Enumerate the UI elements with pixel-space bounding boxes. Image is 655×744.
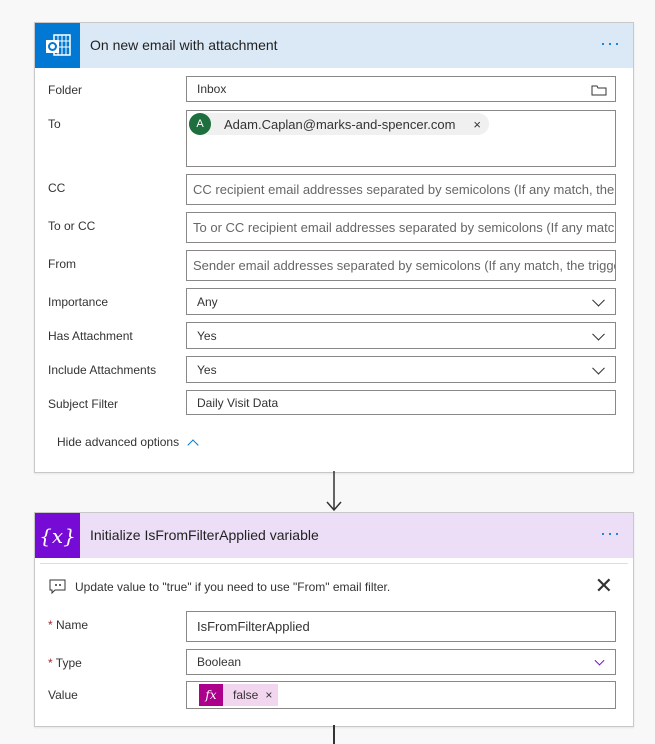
to-input[interactable]: A Adam.Caplan@marks-and-spencer.com × [186, 110, 616, 167]
type-dropdown[interactable]: Boolean [186, 649, 616, 675]
fx-icon: fx [199, 684, 223, 706]
importance-dropdown[interactable]: Any [186, 288, 616, 315]
close-comment-icon[interactable]: ✕ [595, 573, 613, 599]
type-label: * Type [48, 656, 82, 670]
from-label: From [48, 257, 76, 271]
subject-filter-input[interactable]: Daily Visit Data [186, 390, 616, 415]
action-header[interactable]: {x} Initialize IsFromFilterApplied varia… [35, 513, 633, 558]
trigger-header[interactable]: On new email with attachment ··· [35, 23, 633, 68]
has-attachment-label: Has Attachment [48, 329, 133, 343]
has-attachment-dropdown[interactable]: Yes [186, 322, 616, 349]
folder-picker-icon[interactable] [591, 84, 607, 96]
outlook-icon [35, 23, 80, 68]
connector-arrow-icon [326, 471, 342, 512]
type-value: Boolean [197, 655, 242, 669]
to-label: To [48, 117, 61, 131]
include-attachments-value: Yes [197, 362, 217, 377]
to-or-cc-placeholder: To or CC recipient email addresses separ… [193, 220, 615, 235]
from-placeholder: Sender email addresses separated by semi… [193, 258, 615, 273]
name-label: * Name [48, 618, 89, 632]
chevron-up-icon [187, 438, 199, 451]
value-input[interactable]: fx false × [186, 681, 616, 709]
cc-placeholder: CC recipient email addresses separated b… [193, 182, 615, 197]
cc-input[interactable]: CC recipient email addresses separated b… [186, 174, 616, 205]
folder-label: Folder [48, 83, 83, 97]
recipient-email: Adam.Caplan@marks-and-spencer.com [224, 116, 456, 132]
remove-token-icon[interactable]: × [265, 688, 272, 702]
to-or-cc-label: To or CC [48, 219, 96, 233]
recipient-token[interactable]: A Adam.Caplan@marks-and-spencer.com × [189, 113, 489, 135]
hide-advanced-options-button[interactable]: Hide advanced options [57, 435, 199, 451]
expression-value: false [233, 688, 259, 702]
name-value: IsFromFilterApplied [197, 619, 310, 634]
include-attachments-dropdown[interactable]: Yes [186, 356, 616, 383]
remove-token-icon[interactable]: × [473, 117, 481, 132]
variable-icon: {x} [35, 513, 80, 558]
has-attachment-value: Yes [197, 328, 217, 343]
trigger-title: On new email with attachment [90, 37, 278, 53]
expression-token[interactable]: fx false × [199, 684, 279, 706]
action-title: Initialize IsFromFilterApplied variable [90, 527, 319, 543]
include-attachments-label: Include Attachments [48, 363, 157, 377]
chevron-down-icon [592, 361, 605, 375]
name-input[interactable]: IsFromFilterApplied [186, 611, 616, 642]
chevron-down-icon [592, 293, 605, 307]
from-input[interactable]: Sender email addresses separated by semi… [186, 250, 616, 281]
advanced-toggle-label: Hide advanced options [57, 435, 180, 449]
importance-label: Importance [48, 295, 109, 309]
more-options-button[interactable]: ··· [600, 33, 621, 54]
chevron-down-icon [592, 327, 605, 341]
to-or-cc-input[interactable]: To or CC recipient email addresses separ… [186, 212, 616, 243]
comment-text: Update value to "true" if you need to us… [75, 580, 391, 594]
subject-filter-value: Daily Visit Data [197, 395, 279, 410]
connector-line [333, 725, 335, 744]
more-options-button[interactable]: ··· [600, 523, 621, 544]
subject-filter-label: Subject Filter [48, 397, 119, 411]
comment-icon [49, 579, 66, 595]
trigger-card: On new email with attachment ··· Folder … [34, 22, 634, 473]
chevron-down-icon [594, 655, 605, 666]
divider [40, 563, 628, 564]
value-label: Value [48, 688, 78, 702]
avatar: A [189, 113, 211, 135]
folder-value: Inbox [197, 82, 227, 96]
cc-label: CC [48, 181, 66, 195]
folder-input[interactable]: Inbox [186, 76, 616, 102]
action-card: {x} Initialize IsFromFilterApplied varia… [34, 512, 634, 727]
importance-value: Any [197, 294, 218, 309]
